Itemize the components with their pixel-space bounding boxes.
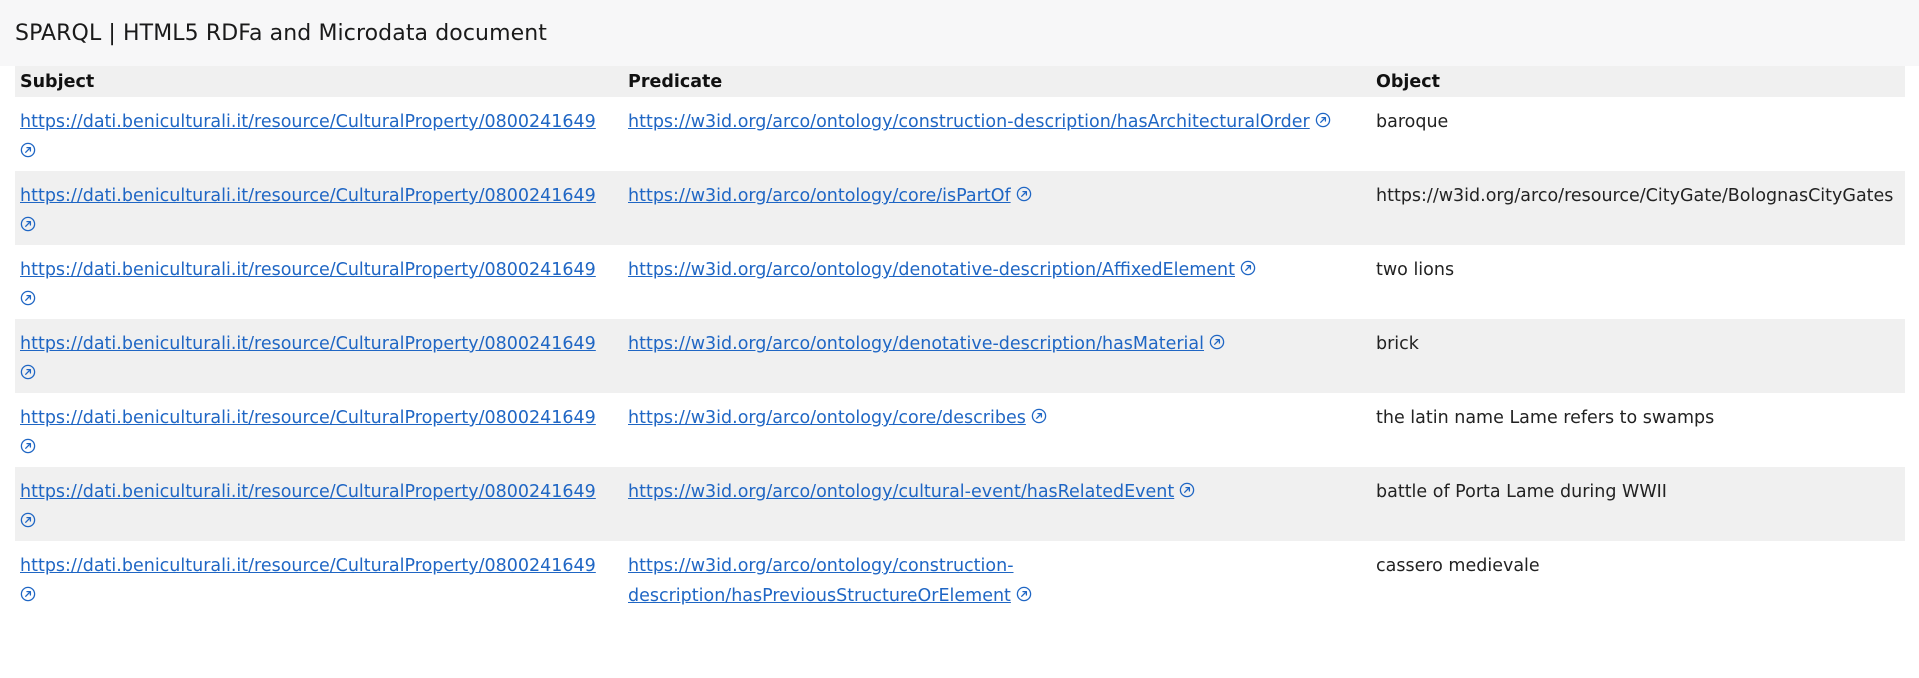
predicate-link[interactable]: https://w3id.org/arco/ontology/core/desc…: [628, 408, 1026, 428]
subject-icon-line: [20, 211, 618, 241]
table-row: https://dati.beniculturali.it/resource/C…: [15, 393, 1905, 467]
external-link-icon[interactable]: [20, 364, 36, 380]
subject-link[interactable]: https://dati.beniculturali.it/resource/C…: [20, 556, 596, 576]
external-link-icon[interactable]: [1240, 260, 1256, 276]
results-table: Subject Predicate Object https://dati.be…: [15, 66, 1905, 615]
external-link-icon[interactable]: [1016, 186, 1032, 202]
predicate-link[interactable]: https://w3id.org/arco/ontology/construct…: [628, 556, 1014, 606]
table-row: https://dati.beniculturali.it/resource/C…: [15, 541, 1905, 615]
subject-link[interactable]: https://dati.beniculturali.it/resource/C…: [20, 408, 596, 428]
subject-cell: https://dati.beniculturali.it/resource/C…: [15, 393, 623, 467]
object-value: cassero medievale: [1376, 556, 1540, 576]
column-header-predicate: Predicate: [623, 66, 1371, 97]
predicate-cell: https://w3id.org/arco/ontology/denotativ…: [623, 245, 1371, 319]
subject-cell: https://dati.beniculturali.it/resource/C…: [15, 541, 623, 615]
external-link-icon[interactable]: [20, 216, 36, 232]
subject-link[interactable]: https://dati.beniculturali.it/resource/C…: [20, 260, 596, 280]
predicate-cell: https://w3id.org/arco/ontology/construct…: [623, 97, 1371, 171]
external-link-icon[interactable]: [1179, 482, 1195, 498]
predicate-link[interactable]: https://w3id.org/arco/ontology/construct…: [628, 112, 1310, 132]
external-link-icon[interactable]: [20, 290, 36, 306]
object-value: brick: [1376, 334, 1419, 354]
subject-icon-line: [20, 359, 618, 389]
column-header-subject: Subject: [15, 66, 623, 97]
table-header-row: Subject Predicate Object: [15, 66, 1905, 97]
object-value: battle of Porta Lame during WWII: [1376, 482, 1667, 502]
predicate-link[interactable]: https://w3id.org/arco/ontology/core/isPa…: [628, 186, 1011, 206]
subject-link[interactable]: https://dati.beniculturali.it/resource/C…: [20, 186, 596, 206]
object-cell: brick: [1371, 319, 1905, 393]
subject-cell: https://dati.beniculturali.it/resource/C…: [15, 171, 623, 245]
subject-link[interactable]: https://dati.beniculturali.it/resource/C…: [20, 112, 596, 132]
table-row: https://dati.beniculturali.it/resource/C…: [15, 245, 1905, 319]
external-link-icon[interactable]: [20, 512, 36, 528]
object-value: the latin name Lame refers to swamps: [1376, 408, 1715, 428]
page-header: SPARQL | HTML5 RDFa and Microdata docume…: [0, 0, 1919, 66]
predicate-cell: https://w3id.org/arco/ontology/denotativ…: [623, 319, 1371, 393]
predicate-cell: https://w3id.org/arco/ontology/core/desc…: [623, 393, 1371, 467]
object-cell: baroque: [1371, 97, 1905, 171]
object-cell: the latin name Lame refers to swamps: [1371, 393, 1905, 467]
subject-icon-line: [20, 581, 618, 611]
predicate-link[interactable]: https://w3id.org/arco/ontology/cultural-…: [628, 482, 1174, 502]
predicate-link[interactable]: https://w3id.org/arco/ontology/denotativ…: [628, 334, 1204, 354]
column-header-object: Object: [1371, 66, 1905, 97]
external-link-icon[interactable]: [1016, 586, 1032, 602]
table-row: https://dati.beniculturali.it/resource/C…: [15, 319, 1905, 393]
predicate-cell: https://w3id.org/arco/ontology/core/isPa…: [623, 171, 1371, 245]
object-cell: https://w3id.org/arco/resource/CityGate/…: [1371, 171, 1905, 245]
external-link-icon[interactable]: [1031, 408, 1047, 424]
predicate-link[interactable]: https://w3id.org/arco/ontology/denotativ…: [628, 260, 1235, 280]
external-link-icon[interactable]: [20, 142, 36, 158]
subject-link[interactable]: https://dati.beniculturali.it/resource/C…: [20, 482, 596, 502]
subject-icon-line: [20, 433, 618, 463]
object-value: https://w3id.org/arco/resource/CityGate/…: [1376, 186, 1894, 206]
object-value: two lions: [1376, 260, 1455, 280]
subject-cell: https://dati.beniculturali.it/resource/C…: [15, 245, 623, 319]
table-row: https://dati.beniculturali.it/resource/C…: [15, 97, 1905, 171]
object-cell: battle of Porta Lame during WWII: [1371, 467, 1905, 541]
external-link-icon[interactable]: [20, 438, 36, 454]
page-title: SPARQL | HTML5 RDFa and Microdata docume…: [15, 20, 548, 46]
results-body: https://dati.beniculturali.it/resource/C…: [15, 97, 1905, 615]
subject-link[interactable]: https://dati.beniculturali.it/resource/C…: [20, 334, 596, 354]
object-cell: two lions: [1371, 245, 1905, 319]
subject-icon-line: [20, 285, 618, 315]
subject-cell: https://dati.beniculturali.it/resource/C…: [15, 97, 623, 171]
subject-cell: https://dati.beniculturali.it/resource/C…: [15, 319, 623, 393]
external-link-icon[interactable]: [20, 586, 36, 602]
object-value: baroque: [1376, 112, 1449, 132]
table-row: https://dati.beniculturali.it/resource/C…: [15, 467, 1905, 541]
predicate-cell: https://w3id.org/arco/ontology/construct…: [623, 541, 1371, 615]
subject-icon-line: [20, 137, 618, 167]
external-link-icon[interactable]: [1315, 112, 1331, 128]
subject-icon-line: [20, 507, 618, 537]
subject-cell: https://dati.beniculturali.it/resource/C…: [15, 467, 623, 541]
external-link-icon[interactable]: [1209, 334, 1225, 350]
table-row: https://dati.beniculturali.it/resource/C…: [15, 171, 1905, 245]
predicate-cell: https://w3id.org/arco/ontology/cultural-…: [623, 467, 1371, 541]
object-cell: cassero medievale: [1371, 541, 1905, 615]
